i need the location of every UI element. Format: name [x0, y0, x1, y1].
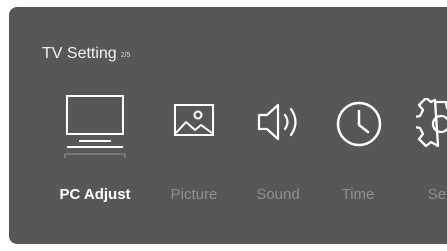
menu-item-setup[interactable]: Set: [389, 7, 447, 244]
picture-icon: [174, 104, 214, 136]
speaker-icon: [257, 103, 297, 141]
clock-icon: [336, 101, 382, 147]
gear-icon: [416, 98, 447, 148]
menu-item-label: Set: [427, 186, 447, 203]
tv-setting-panel: TV Setting 2/5 PC Adjust Picture Sound T…: [9, 7, 447, 244]
menu-item-label: PC Adjust: [59, 186, 131, 203]
menu-item-pc-adjust[interactable]: PC Adjust: [45, 7, 145, 244]
monitor-icon: [64, 95, 126, 158]
screen: TV Setting 2/5 PC Adjust Picture Sound T…: [0, 0, 447, 251]
